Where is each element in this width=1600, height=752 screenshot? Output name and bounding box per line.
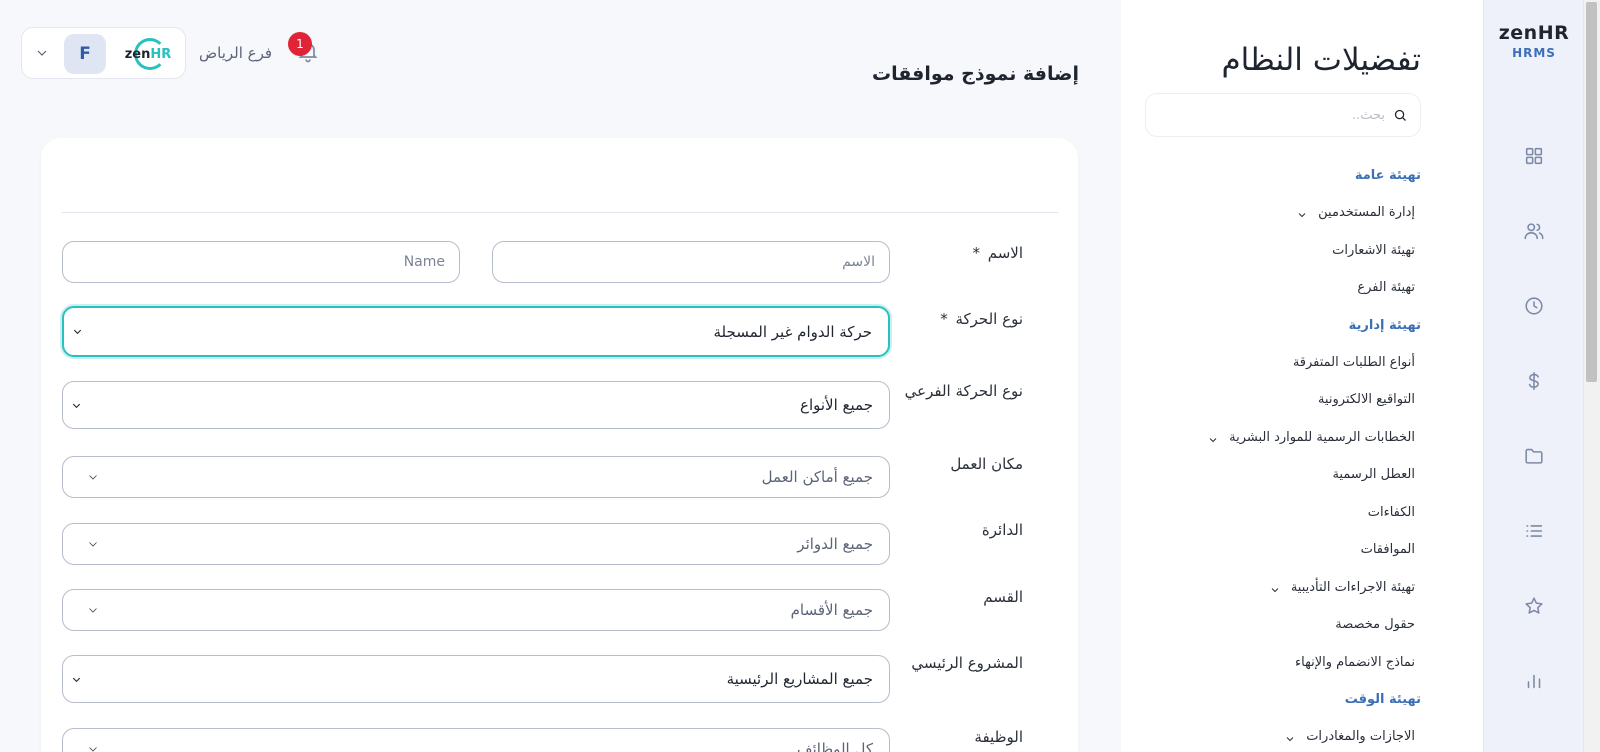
settings-menu-item[interactable]: التواقيع الالكترونية (1145, 389, 1421, 411)
chevron-down-icon (87, 537, 101, 551)
department-value: جميع الدوائر (797, 535, 873, 553)
user-widget[interactable]: F zenHR (21, 27, 186, 79)
chevron-down-icon (87, 742, 101, 752)
dollar-icon[interactable] (1521, 368, 1547, 394)
page-scrollbar[interactable] (1583, 0, 1600, 752)
settings-menu-item[interactable]: الخطابات الرسمية للموارد البشرية (1145, 427, 1421, 449)
branch-name[interactable]: فرع الرياض (199, 44, 272, 62)
settings-menu-item[interactable]: أنواع الطلبات المتفرقة (1145, 352, 1421, 374)
clock-icon[interactable] (1521, 293, 1547, 319)
scrollbar-thumb[interactable] (1586, 2, 1597, 382)
menu-item-label: تهيئة الاجراءات التأديبية (1290, 579, 1415, 595)
chart-icon[interactable] (1521, 668, 1547, 694)
menu-item-label: الكفاءات (1367, 504, 1415, 520)
movement-type-value: حركة الدوام غير المسجلة (713, 322, 872, 341)
chevron-down-icon (87, 603, 101, 617)
widget-logo-accent: HR (150, 46, 172, 62)
chevron-down-icon (87, 470, 101, 484)
chevron-down-icon (72, 325, 86, 339)
sub-movement-type-select[interactable]: جميع الأنواع (62, 381, 890, 429)
settings-menu-item[interactable]: الكفاءات (1145, 502, 1421, 524)
job-value: كل الوظائف (797, 740, 873, 752)
menu-group-heading: تهيئة الوقت (1344, 692, 1421, 707)
company-logo: zenHR (120, 38, 176, 70)
name-ar-field[interactable] (492, 241, 890, 283)
chevron-down-icon (71, 398, 85, 412)
settings-search-box[interactable] (1145, 93, 1421, 137)
chevron-down-icon (71, 672, 85, 686)
menu-item-label: نماذج الانضمام والإنهاء (1295, 654, 1415, 670)
settings-panel: تفضيلات النظام تهيئة عامة إدارة المستخدمي… (1121, 0, 1483, 752)
settings-menu-item[interactable]: تهيئة الاشعارات (1145, 240, 1421, 262)
main-project-select[interactable]: جميع المشاريع الرئيسية (62, 655, 890, 703)
settings-menu-item[interactable]: الموافقات (1145, 539, 1421, 561)
job-select[interactable]: كل الوظائف (62, 728, 890, 752)
settings-menu-item[interactable]: إدارة المستخدمين (1145, 202, 1421, 224)
star-icon[interactable] (1521, 593, 1547, 619)
menu-item-label: الخطابات الرسمية للموارد البشرية (1229, 429, 1415, 445)
work-location-select[interactable]: جميع أماكن العمل (62, 456, 890, 498)
name-en-input[interactable] (77, 254, 445, 270)
search-icon (1394, 109, 1406, 121)
sub-movement-type-value: جميع الأنواع (800, 396, 873, 414)
main-project-value: جميع المشاريع الرئيسية (726, 670, 873, 688)
chevron-down-icon[interactable] (1207, 432, 1219, 444)
chevron-down-icon[interactable] (1296, 207, 1308, 219)
widget-logo-main: zen (124, 46, 151, 62)
brand-logo[interactable]: zenHR HRMS (1484, 22, 1584, 60)
brand-subtitle: HRMS (1512, 46, 1556, 60)
movement-type-select[interactable]: حركة الدوام غير المسجلة (62, 306, 890, 357)
menu-group-heading: تهيئة إدارية (1348, 317, 1421, 333)
chevron-down-icon[interactable] (1284, 731, 1296, 743)
menu-item-label: إدارة المستخدمين (1318, 205, 1415, 220)
settings-menu-item[interactable]: تهيئة الفرع (1145, 277, 1421, 299)
page-title: إضافة نموذج موافقات (872, 63, 1079, 85)
department-select[interactable]: جميع الدوائر (62, 523, 890, 565)
icon-rail: zenHR HRMS (1483, 0, 1583, 752)
settings-title: تفضيلات النظام (1221, 42, 1421, 78)
brand-word-main: zen (1498, 22, 1538, 44)
work-location-value: جميع أماكن العمل (761, 468, 873, 486)
chevron-down-icon[interactable] (1269, 582, 1281, 594)
card-divider (62, 212, 1058, 213)
name-en-field[interactable] (62, 241, 460, 283)
settings-menu-item[interactable]: العطل الرسمية (1145, 464, 1421, 486)
menu-item-label: تهيئة الفرع (1357, 280, 1415, 295)
menu-group-heading: تهيئة عامة (1354, 168, 1421, 183)
folder-icon[interactable] (1521, 443, 1547, 469)
menu-item-label: حقول مخصصة (1335, 617, 1415, 632)
users-icon[interactable] (1521, 218, 1547, 244)
menu-item-label: العطل الرسمية (1332, 467, 1415, 482)
section-value: جميع الأقسام (790, 601, 873, 619)
menu-item-label: تهيئة الاشعارات (1332, 242, 1415, 258)
settings-menu: تهيئة عامة إدارة المستخدمين تهيئة الاشعارا… (1145, 165, 1421, 752)
dashboard-icon[interactable] (1521, 143, 1547, 169)
menu-item-label: أنواع الطلبات المتفرقة (1292, 354, 1415, 370)
list-icon[interactable] (1521, 518, 1547, 544)
brand-word-accent: HR (1537, 22, 1570, 44)
name-ar-input[interactable] (507, 254, 875, 270)
settings-search-input[interactable] (1165, 107, 1385, 123)
avatar[interactable]: F (64, 34, 106, 74)
menu-item-label: التواقيع الالكترونية (1317, 392, 1415, 407)
menu-item-label: الموافقات (1360, 542, 1415, 557)
settings-menu-item[interactable]: الاجازات والمغادرات (1145, 726, 1421, 748)
section-select[interactable]: جميع الأقسام (62, 589, 890, 631)
form-card: الاسم * نوع الحركة * حركة الدوام غير الم… (41, 138, 1078, 752)
settings-menu-item[interactable]: تهيئة الاجراءات التأديبية (1145, 577, 1421, 599)
settings-menu-item[interactable]: حقول مخصصة (1145, 614, 1421, 636)
notification-badge[interactable]: 1 (288, 32, 312, 56)
settings-menu-item[interactable]: نماذج الانضمام والإنهاء (1145, 652, 1421, 674)
menu-item-label: الاجازات والمغادرات (1306, 729, 1415, 744)
chevron-down-icon[interactable] (34, 45, 50, 61)
